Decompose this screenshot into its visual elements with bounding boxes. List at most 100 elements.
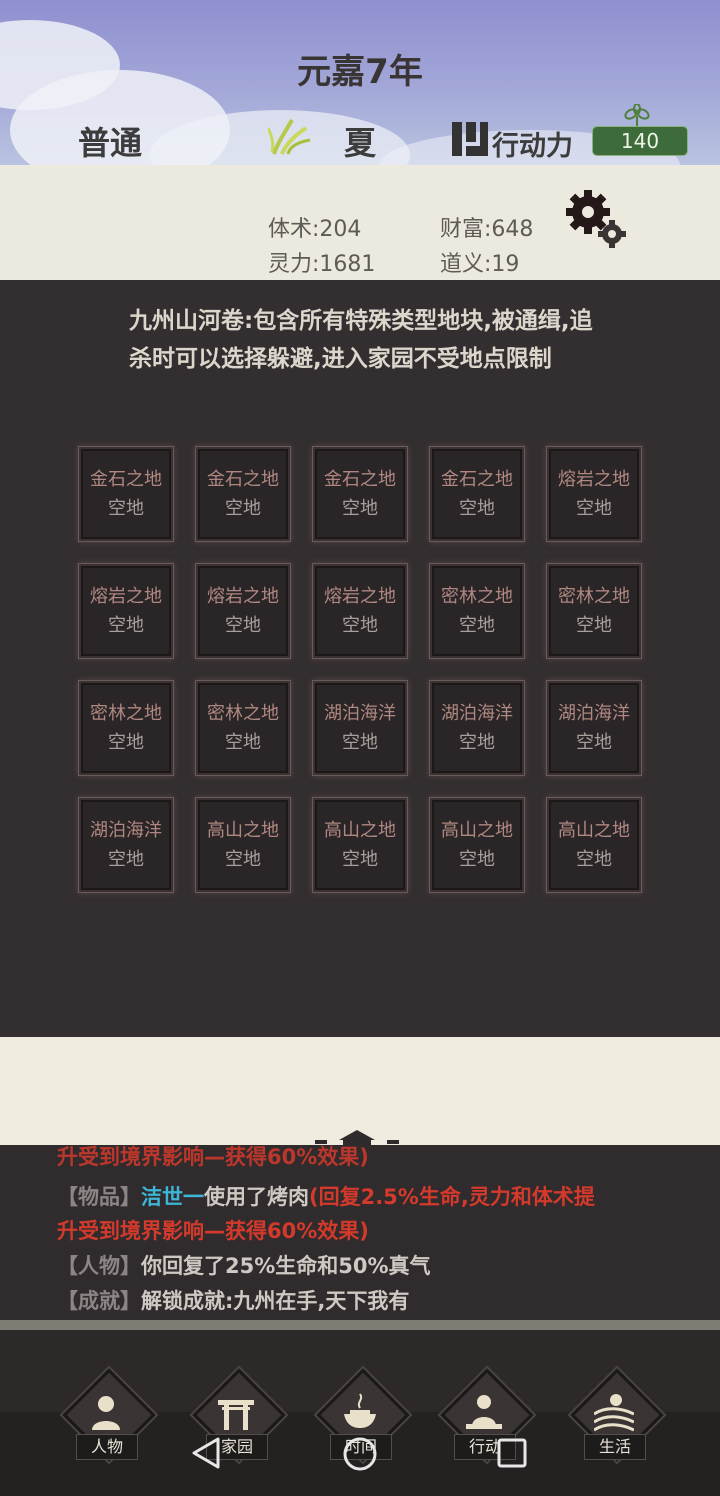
tile-status: 空地 xyxy=(225,732,261,753)
tile-type: 密林之地 xyxy=(441,586,513,607)
tile-status: 空地 xyxy=(459,849,495,870)
land-tile[interactable]: 湖泊海洋 空地 xyxy=(312,680,408,776)
land-tile[interactable]: 密林之地 空地 xyxy=(78,680,174,776)
meditate-icon xyxy=(466,1395,502,1429)
sprout-icon xyxy=(624,104,650,126)
tile-status: 空地 xyxy=(225,849,261,870)
log-tag: 【成就】 xyxy=(57,1289,141,1313)
land-tile[interactable]: 密林之地 空地 xyxy=(429,563,525,659)
action-glyph-icon xyxy=(452,122,488,156)
tile-status: 空地 xyxy=(576,615,612,636)
season-label: 夏 xyxy=(344,124,377,162)
land-tile[interactable]: 高山之地 空地 xyxy=(312,797,408,893)
tile-type: 熔岩之地 xyxy=(558,469,630,490)
recents-icon[interactable] xyxy=(496,1437,528,1469)
tile-status: 空地 xyxy=(459,615,495,636)
tile-type: 密林之地 xyxy=(207,703,279,724)
tile-type: 湖泊海洋 xyxy=(558,703,630,724)
tile-type: 高山之地 xyxy=(324,820,396,841)
tile-status: 空地 xyxy=(342,498,378,519)
land-tile[interactable]: 高山之地 空地 xyxy=(546,797,642,893)
log-effect-continued: 升受到境界影响—获得60%效果) xyxy=(57,1219,369,1243)
land-tile[interactable]: 金石之地 空地 xyxy=(312,446,408,542)
land-tile[interactable]: 密林之地 空地 xyxy=(195,680,291,776)
land-tile-grid: 金石之地 空地 金石之地 空地 金石之地 空地 金石之地 空地 熔岩之地 空地 熔岩之地 空地 熔岩之地… xyxy=(78,446,644,894)
event-log[interactable]: 升受到境界影响—获得60%效果) 【物品】洁世一使用了烤肉(回复2.5%生命,灵… xyxy=(0,1145,720,1320)
difficulty-label: 普通 xyxy=(78,124,143,162)
year-title: 元嘉7年 xyxy=(297,52,423,92)
tile-type: 金石之地 xyxy=(207,469,279,490)
log-divider xyxy=(0,1320,720,1330)
tile-status: 空地 xyxy=(459,498,495,519)
stat-spirit: 灵力:1681 xyxy=(268,252,376,277)
log-line-person: 【人物】你回复了25%生命和50%真气 xyxy=(57,1250,431,1280)
nav-person[interactable]: 人物 xyxy=(58,1368,156,1464)
log-text: 使用了烤肉 xyxy=(204,1185,309,1209)
item-description: 九州山河卷:包含所有特殊类型地块,被通缉,追杀时可以选择躲避,进入家园不受地点限… xyxy=(129,308,593,372)
tile-type: 高山之地 xyxy=(558,820,630,841)
land-tile[interactable]: 高山之地 空地 xyxy=(429,797,525,893)
back-icon[interactable] xyxy=(190,1436,222,1470)
log-effect: (回复2.5%生命,灵力和体术提 xyxy=(309,1185,595,1209)
tile-type: 湖泊海洋 xyxy=(441,703,513,724)
land-tile[interactable]: 金石之地 空地 xyxy=(429,446,525,542)
land-tile[interactable]: 湖泊海洋 空地 xyxy=(429,680,525,776)
land-tile[interactable]: 熔岩之地 空地 xyxy=(546,446,642,542)
log-text: 你回复了25%生命和50%真气 xyxy=(141,1254,431,1278)
tile-type: 密林之地 xyxy=(90,703,162,724)
stat-virtue: 道义:19 xyxy=(440,252,520,277)
home-gate-icon xyxy=(218,1400,254,1430)
settings-gear-icon[interactable] xyxy=(566,190,628,250)
tile-type: 湖泊海洋 xyxy=(90,820,162,841)
home-icon[interactable] xyxy=(342,1436,378,1472)
log-text: 解锁成就:九州在手,天下我有 xyxy=(141,1289,410,1313)
land-tile[interactable]: 湖泊海洋 空地 xyxy=(78,797,174,893)
log-partial-line: 升受到境界影响—获得60%效果) xyxy=(57,1145,369,1169)
person-icon xyxy=(92,1396,120,1430)
tile-type: 密林之地 xyxy=(558,586,630,607)
log-tag: 【物品】 xyxy=(57,1185,141,1209)
land-tile[interactable]: 熔岩之地 空地 xyxy=(312,563,408,659)
log-line-item: 【物品】洁世一使用了烤肉(回复2.5%生命,灵力和体术提 xyxy=(57,1181,595,1211)
action-points-value: 140 xyxy=(592,126,688,156)
nav-label: 生活 xyxy=(584,1434,646,1460)
land-tile[interactable]: 熔岩之地 空地 xyxy=(195,563,291,659)
tile-status: 空地 xyxy=(576,849,612,870)
incense-burner-icon xyxy=(344,1393,376,1428)
tile-type: 高山之地 xyxy=(441,820,513,841)
tile-status: 空地 xyxy=(108,849,144,870)
land-tile[interactable]: 熔岩之地 空地 xyxy=(78,563,174,659)
stat-wealth: 财富:648 xyxy=(440,217,534,242)
stat-body: 体术:204 xyxy=(268,217,362,242)
land-tile[interactable]: 湖泊海洋 空地 xyxy=(546,680,642,776)
log-character-name: 洁世一 xyxy=(141,1185,204,1209)
tile-type: 熔岩之地 xyxy=(207,586,279,607)
nav-life[interactable]: 生活 xyxy=(566,1368,664,1464)
tile-status: 空地 xyxy=(342,615,378,636)
tile-type: 湖泊海洋 xyxy=(324,703,396,724)
tile-status: 空地 xyxy=(225,498,261,519)
log-line-achievement: 【成就】解锁成就:九州在手,天下我有 xyxy=(57,1285,409,1315)
land-tile[interactable]: 金石之地 空地 xyxy=(78,446,174,542)
tile-status: 空地 xyxy=(108,498,144,519)
nav-label: 人物 xyxy=(76,1434,138,1460)
tile-type: 金石之地 xyxy=(90,469,162,490)
action-points-label: 行动力 xyxy=(492,131,573,162)
field-sun-icon xyxy=(594,1394,634,1432)
land-tile[interactable]: 金石之地 空地 xyxy=(195,446,291,542)
log-tag: 【人物】 xyxy=(57,1254,141,1278)
tile-type: 高山之地 xyxy=(207,820,279,841)
log-expand-handle[interactable] xyxy=(313,1122,401,1146)
land-tile[interactable]: 高山之地 空地 xyxy=(195,797,291,893)
tile-status: 空地 xyxy=(576,498,612,519)
tile-type: 金石之地 xyxy=(441,469,513,490)
summer-grass-icon xyxy=(268,119,311,155)
tile-type: 熔岩之地 xyxy=(90,586,162,607)
tile-type: 金石之地 xyxy=(324,469,396,490)
tile-type: 熔岩之地 xyxy=(324,586,396,607)
tile-status: 空地 xyxy=(342,732,378,753)
tile-status: 空地 xyxy=(108,615,144,636)
land-tile[interactable]: 密林之地 空地 xyxy=(546,563,642,659)
tile-status: 空地 xyxy=(459,732,495,753)
tile-status: 空地 xyxy=(225,615,261,636)
